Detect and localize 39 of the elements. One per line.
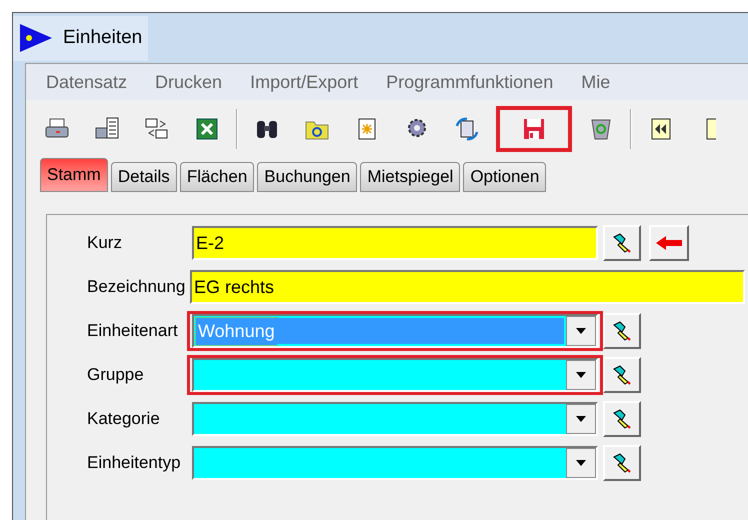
tab[interactable]: Details [110, 162, 177, 192]
menu-item[interactable]: Programmfunktionen [386, 68, 554, 96]
lookup-button[interactable] [603, 225, 641, 261]
text-field[interactable]: EG rechts [190, 270, 745, 304]
menu-item[interactable]: Drucken [155, 68, 222, 96]
field-label: Einheitentyp [86, 452, 182, 474]
field-label: Kategorie [86, 408, 161, 430]
lookup-button[interactable] [603, 445, 641, 481]
dropdown[interactable] [192, 446, 598, 480]
menu-item[interactable]: Mie [581, 68, 610, 96]
menu-item[interactable]: Datensatz [46, 68, 128, 96]
tab[interactable]: Mietspiegel [360, 162, 460, 192]
tab[interactable]: Buchungen [257, 162, 358, 192]
field-label: Kurz [86, 232, 123, 254]
field-label: Gruppe [86, 364, 145, 386]
app-logo-icon [19, 23, 53, 53]
field-label: Bezeichnung [86, 276, 186, 298]
hand-pencil-icon [611, 232, 633, 254]
arrow-left-icon [656, 236, 682, 250]
lookup-button[interactable] [603, 401, 641, 437]
dropdown[interactable] [192, 402, 598, 436]
document-icon [706, 116, 716, 142]
field-label: Einheitenart [86, 320, 179, 342]
hand-pencil-icon [611, 452, 633, 474]
lookup-button[interactable] [603, 357, 641, 393]
text-field[interactable]: E-2 [192, 226, 598, 260]
tab[interactable]: Stamm [40, 158, 108, 192]
back-button[interactable] [649, 225, 689, 261]
lookup-button[interactable] [603, 313, 641, 349]
menu-item[interactable]: Import/Export [250, 68, 358, 96]
dropdown-value: Wohnung [196, 318, 277, 344]
hand-pencil-icon [611, 408, 633, 430]
tab[interactable]: Optionen [463, 162, 546, 192]
hand-pencil-icon [611, 320, 633, 342]
hand-pencil-icon [611, 364, 633, 386]
tab[interactable]: Flächen [180, 162, 254, 192]
document-arrows-icon [454, 116, 480, 142]
spreadsheet-icon [194, 116, 220, 142]
window-title: Einheiten [63, 26, 142, 50]
